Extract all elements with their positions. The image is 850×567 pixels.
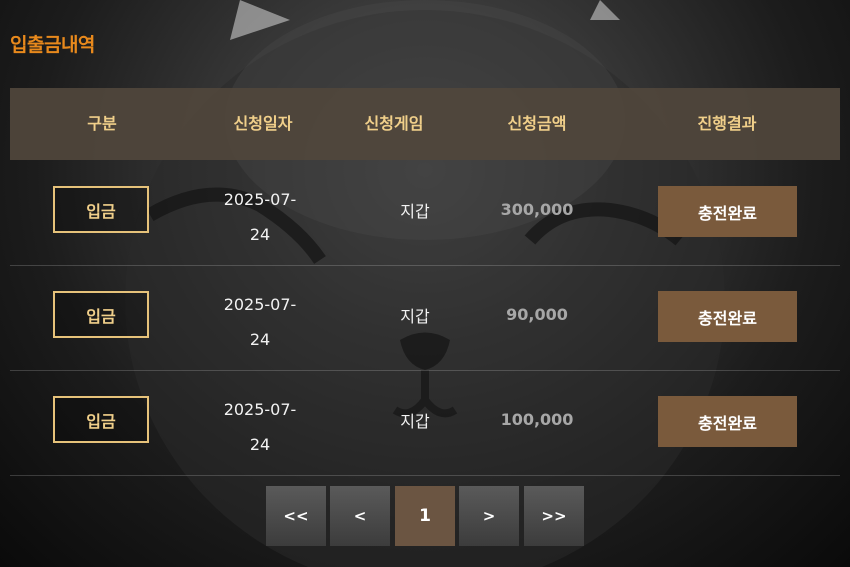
request-game: 지갑 (400, 202, 430, 221)
table-row: 입금 2025-07- 24 지갑 90,000 충전완료 (10, 265, 840, 371)
header-status: 진행결과 (697, 114, 757, 133)
request-date: 2025-07- 24 (215, 182, 305, 252)
date-line-2: 24 (249, 225, 271, 244)
request-amount: 300,000 (500, 200, 574, 219)
table-row: 입금 2025-07- 24 지갑 100,000 충전완료 (10, 370, 840, 476)
request-game: 지갑 (400, 307, 430, 326)
date-line-2: 24 (249, 435, 271, 454)
request-date: 2025-07- 24 (215, 392, 305, 462)
request-game: 지갑 (400, 412, 430, 431)
header-game: 신청게임 (364, 114, 424, 133)
date-line-1: 2025-07- (223, 190, 297, 209)
status-button[interactable]: 충전완료 (658, 186, 797, 237)
date-line-1: 2025-07- (223, 400, 297, 419)
type-badge: 입금 (53, 186, 149, 233)
request-amount: 100,000 (500, 410, 574, 429)
request-amount: 90,000 (506, 305, 568, 324)
request-date: 2025-07- 24 (215, 287, 305, 357)
status-button[interactable]: 충전완료 (658, 291, 797, 342)
type-badge: 입금 (53, 396, 149, 443)
date-line-2: 24 (249, 330, 271, 349)
last-page-button[interactable]: >> (524, 486, 584, 546)
first-page-button[interactable]: << (266, 486, 326, 546)
header-type: 구분 (87, 114, 117, 133)
date-line-1: 2025-07- (223, 295, 297, 314)
prev-page-button[interactable]: < (330, 486, 390, 546)
page-title: 입출금내역 (10, 34, 95, 56)
header-amount: 신청금액 (507, 114, 567, 133)
table-row: 입금 2025-07- 24 지갑 300,000 충전완료 (10, 160, 840, 266)
header-date: 신청일자 (233, 114, 293, 133)
type-badge: 입금 (53, 291, 149, 338)
next-page-button[interactable]: > (459, 486, 519, 546)
current-page-button[interactable]: 1 (395, 486, 455, 546)
status-button[interactable]: 충전완료 (658, 396, 797, 447)
table-header: 구분 신청일자 신청게임 신청금액 진행결과 (10, 88, 840, 160)
pagination: << < 1 > >> (0, 486, 850, 546)
